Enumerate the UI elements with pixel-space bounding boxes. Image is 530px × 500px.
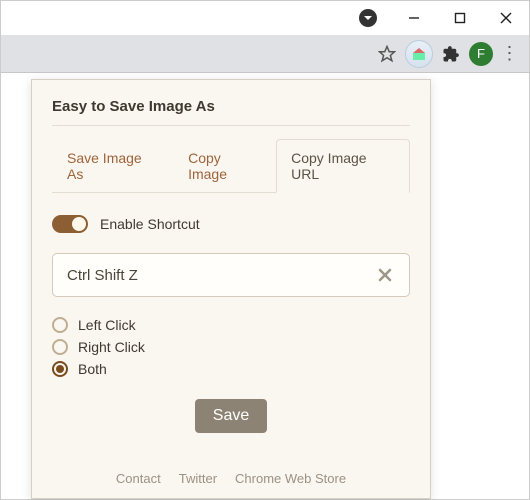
browser-toolbar: F ⋮ [1,35,529,73]
radio-both[interactable]: Both [52,361,410,377]
popup-footer: Contact Twitter Chrome Web Store [52,457,410,486]
shortcut-input[interactable] [67,267,371,284]
enable-shortcut-label: Enable Shortcut [100,216,200,232]
radio-label: Right Click [78,339,145,355]
radio-label: Left Click [78,317,136,333]
extensions-puzzle-icon[interactable] [437,40,465,68]
save-button[interactable]: Save [195,399,267,433]
tab-save-image-as[interactable]: Save Image As [52,139,173,193]
radio-label: Both [78,361,107,377]
footer-twitter-link[interactable]: Twitter [179,471,217,486]
tab-copy-image[interactable]: Copy Image [173,139,276,193]
profile-avatar[interactable]: F [469,42,493,66]
extension-popup: Easy to Save Image As Save Image As Copy… [31,79,431,499]
clear-shortcut-button[interactable] [371,261,399,289]
extension-icon[interactable] [405,40,433,68]
browser-menu-icon[interactable]: ⋮ [497,43,521,64]
footer-chrome-web-store-link[interactable]: Chrome Web Store [235,471,346,486]
window-titlebar [1,1,529,35]
tab-copy-image-url[interactable]: Copy Image URL [276,139,410,193]
enable-shortcut-toggle[interactable] [52,215,88,233]
bookmark-star-icon[interactable] [373,40,401,68]
toggle-knob-icon [72,217,86,231]
incognito-icon [359,9,377,27]
window-maximize-button[interactable] [437,1,483,35]
window-minimize-button[interactable] [391,1,437,35]
window-close-button[interactable] [483,1,529,35]
radio-right-click[interactable]: Right Click [52,339,410,355]
radio-left-click[interactable]: Left Click [52,317,410,333]
settings-tabs: Save Image As Copy Image Copy Image URL [52,138,410,193]
popup-title: Easy to Save Image As [52,98,410,126]
radio-icon [52,361,68,377]
radio-icon [52,317,68,333]
footer-contact-link[interactable]: Contact [116,471,161,486]
radio-icon [52,339,68,355]
